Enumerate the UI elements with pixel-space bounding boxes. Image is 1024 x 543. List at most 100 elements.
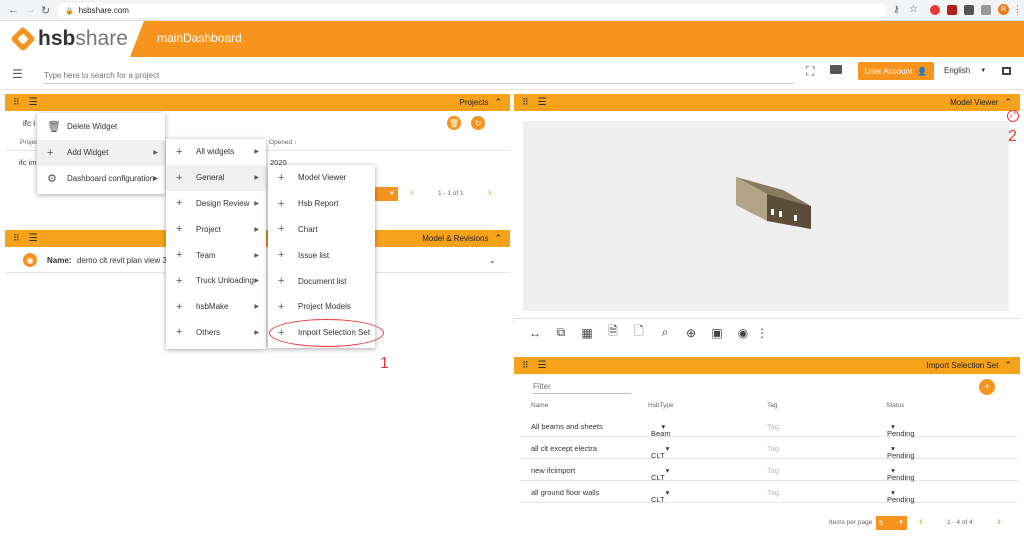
menu-item-hsbmake[interactable]: + hsbMake ▶: [166, 294, 266, 320]
table-row[interactable]: all ground floor walls CLT ▾ Tag Pending…: [520, 481, 1018, 504]
reload-icon[interactable]: ↻: [41, 4, 50, 17]
menu-item-team[interactable]: + Team ▶: [166, 242, 266, 268]
menu-item-truck-unloading[interactable]: + Truck Unloading ▶: [166, 268, 266, 294]
add-import-set-button[interactable]: +: [979, 379, 995, 395]
tag-input[interactable]: Tag: [767, 466, 779, 475]
drag-handle-icon[interactable]: ⠿: [522, 360, 529, 371]
projects-items-per-page-select[interactable]: ▼: [373, 187, 398, 201]
project-row-name[interactable]: ifc im: [19, 158, 37, 167]
main-menu-icon[interactable]: ☰: [12, 67, 23, 81]
eye-icon[interactable]: ◉: [23, 253, 37, 267]
collapse-chevron-icon[interactable]: ⌃: [1004, 97, 1012, 108]
key-icon[interactable]: ⚷: [893, 4, 900, 15]
hsbtype-select[interactable]: Beam ▾: [651, 422, 671, 438]
menu-item-delete-widget[interactable]: 🗑 Delete Widget: [37, 114, 165, 140]
back-icon[interactable]: ←: [8, 4, 19, 16]
next-page-icon[interactable]: ›: [488, 187, 492, 199]
visibility-eye-icon[interactable]: ◉: [730, 326, 756, 340]
table-row[interactable]: all clt except electra CLT ▾ Tag Pending…: [520, 437, 1018, 460]
refresh-projects-button[interactable]: ↻: [471, 116, 485, 130]
video-camera-icon[interactable]: [830, 65, 842, 74]
projects-filter-input[interactable]: ifc i: [23, 119, 35, 128]
items-per-page-select[interactable]: 5 ▼: [876, 516, 907, 530]
screenshot-capture-icon[interactable]: ⛶: [806, 64, 814, 79]
hsbtype-select[interactable]: CLT ▾: [651, 466, 669, 482]
user-account-button[interactable]: User Account 👤: [858, 62, 934, 80]
import-selection-title: Import Selection Set: [926, 361, 999, 370]
tag-input[interactable]: Tag: [767, 444, 779, 453]
more-options-icon[interactable]: ⋮: [756, 326, 768, 340]
column-header-hsbtype[interactable]: HsbType: [648, 402, 674, 409]
menu-item-project-models[interactable]: + Project Models: [268, 294, 375, 320]
address-bar[interactable]: 🔒 hsbshare.com: [57, 3, 887, 18]
browser-menu-icon[interactable]: ⋮: [1013, 4, 1022, 15]
drag-handle-icon[interactable]: ⠿: [13, 97, 20, 108]
widget-menu-icon[interactable]: ☰: [538, 97, 547, 108]
toolbox-icon[interactable]: ▣: [704, 326, 730, 340]
collapse-chevron-icon[interactable]: ⌃: [494, 97, 502, 108]
plus-icon: +: [176, 197, 183, 210]
menu-item-hsb-report[interactable]: + Hsb Report: [268, 191, 375, 217]
widget-menu-icon[interactable]: ☰: [29, 97, 38, 108]
document-plus-icon[interactable]: 🗋: [626, 322, 652, 343]
column-header-project[interactable]: Projec: [20, 139, 38, 146]
status-select[interactable]: Pending ▾: [887, 422, 915, 438]
collapse-chevron-icon[interactable]: ⌃: [494, 233, 502, 244]
menu-item-others[interactable]: + Others ▶: [166, 320, 266, 346]
forward-icon[interactable]: →: [25, 4, 36, 16]
collapse-chevron-icon[interactable]: ⌃: [1004, 360, 1012, 371]
column-header-tag[interactable]: Tag: [767, 402, 777, 409]
expand-viewer-icon[interactable]: ⤢: [1007, 110, 1019, 122]
add-document-icon[interactable]: 🗎: [600, 322, 626, 343]
drag-handle-icon[interactable]: ⠿: [522, 97, 529, 108]
status-select[interactable]: Pending ▾: [887, 444, 915, 460]
widget-menu-icon[interactable]: ☰: [538, 360, 547, 371]
select-area-icon[interactable]: ▦: [574, 326, 600, 340]
next-page-icon[interactable]: ›: [997, 514, 1001, 528]
measure-icon[interactable]: ↔: [522, 326, 548, 340]
extension-pdf-icon[interactable]: [947, 5, 957, 15]
project-search-input[interactable]: [44, 68, 794, 84]
column-header-status[interactable]: Status: [886, 402, 904, 409]
menu-item-issue-list[interactable]: + Issue list: [268, 242, 375, 268]
orbit-icon[interactable]: ⊕: [678, 326, 704, 340]
extension-red-icon[interactable]: [930, 5, 940, 15]
menu-item-project[interactable]: + Project ▶: [166, 216, 266, 242]
column-header-opened[interactable]: Opened ↓: [269, 139, 297, 146]
menu-item-all-widgets[interactable]: + All widgets ▶: [166, 139, 266, 165]
menu-item-dashboard-configuration[interactable]: ⚙ Dashboard configuration ▶: [37, 166, 165, 192]
layout-grid-icon[interactable]: [1002, 67, 1011, 75]
hsbtype-select[interactable]: CLT ▾: [651, 488, 669, 504]
column-header-name[interactable]: Name: [531, 402, 548, 409]
widget-menu-icon[interactable]: ☰: [29, 233, 38, 244]
menu-item-design-review[interactable]: + Design Review ▶: [166, 191, 266, 217]
menu-item-model-viewer[interactable]: + Model Viewer: [268, 165, 375, 191]
prev-page-icon[interactable]: ‹: [919, 514, 923, 528]
projects-widget-title: Projects: [459, 98, 489, 107]
status-select[interactable]: Pending ▾: [887, 466, 915, 482]
table-row[interactable]: All beams and sheets Beam ▾ Tag Pending …: [520, 415, 1018, 438]
table-row[interactable]: new ifcimport CLT ▾ Tag Pending ▾: [520, 459, 1018, 482]
bookmark-star-icon[interactable]: ☆: [909, 4, 918, 15]
expand-chevron-icon[interactable]: ⌄: [489, 256, 496, 265]
menu-item-chart[interactable]: + Chart: [268, 217, 375, 243]
hsbtype-select[interactable]: CLT ▾: [651, 444, 669, 460]
extension-cast-icon[interactable]: [981, 5, 991, 15]
profile-avatar[interactable]: R: [998, 4, 1009, 15]
menu-item-add-widget[interactable]: + Add Widget ▶: [37, 139, 165, 166]
menu-item-general[interactable]: + General ▶: [166, 164, 266, 191]
drag-handle-icon[interactable]: ⠿: [13, 233, 20, 244]
tag-input[interactable]: Tag: [767, 488, 779, 497]
import-filter-input[interactable]: [533, 380, 631, 394]
prev-page-icon[interactable]: ‹: [410, 187, 414, 199]
status-select[interactable]: Pending ▾: [887, 488, 915, 504]
section-box-icon[interactable]: ⧉: [548, 325, 574, 340]
extension-grid-icon[interactable]: [964, 5, 974, 15]
language-select[interactable]: English ▼: [944, 66, 986, 75]
menu-item-document-list[interactable]: + Document list: [268, 268, 375, 294]
hsbshare-logo[interactable]: hsb share: [0, 21, 130, 57]
search-icon[interactable]: ⌕: [652, 325, 678, 340]
delete-project-button[interactable]: 🗑: [447, 116, 461, 130]
3d-model-canvas[interactable]: [523, 121, 1009, 311]
tag-input[interactable]: Tag: [767, 422, 779, 431]
